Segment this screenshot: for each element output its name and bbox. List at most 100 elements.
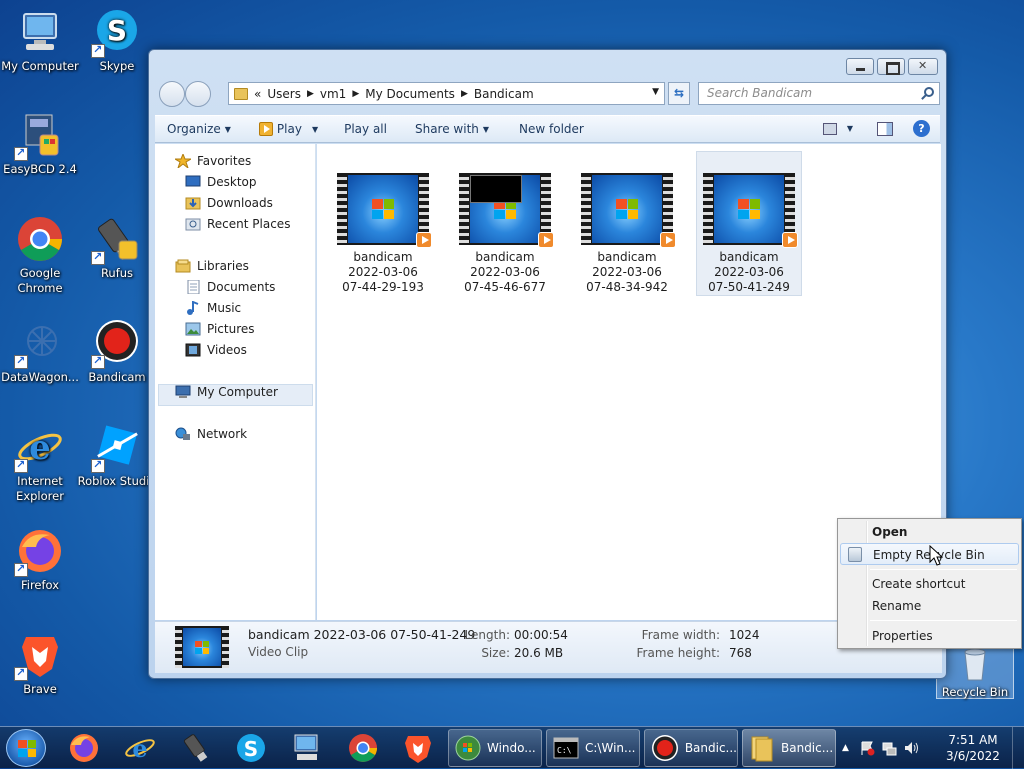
- volume-icon[interactable]: [903, 740, 919, 756]
- taskbar-brave-icon[interactable]: [402, 732, 434, 764]
- network-icon[interactable]: [881, 740, 897, 756]
- breadcrumb-users[interactable]: Users: [267, 87, 301, 101]
- file-item-selected[interactable]: bandicam 2022-03-06 07-50-41-249: [696, 151, 802, 296]
- play-label: Play: [276, 122, 302, 136]
- taskbar-window-explorer[interactable]: Bandic...: [742, 729, 836, 767]
- taskbar-usb-icon[interactable]: [180, 732, 212, 764]
- nav-label: Libraries: [197, 259, 249, 273]
- nav-network[interactable]: Network: [175, 427, 247, 441]
- desktop-icon-roblox-studio[interactable]: Roblox Studio: [77, 423, 157, 489]
- breadcrumb-vm1[interactable]: vm1: [320, 87, 346, 101]
- play-menu[interactable]: Play ▼: [241, 122, 328, 136]
- nav-music[interactable]: Music: [185, 300, 241, 315]
- search-icon[interactable]: [924, 87, 934, 97]
- task-label: C:\Win...: [585, 741, 636, 755]
- minimize-button[interactable]: [846, 58, 874, 75]
- mouse-cursor-icon: [929, 545, 943, 566]
- video-thumbnail: [703, 173, 798, 248]
- desktop-icon-chrome[interactable]: Google Chrome: [0, 215, 80, 296]
- frame-width-value: 1024: [729, 628, 760, 642]
- windows-logo-icon: [18, 740, 36, 757]
- desktop-icon-label: Internet Explorer: [16, 474, 64, 503]
- file-item[interactable]: bandicam 2022-03-06 07-45-46-677: [452, 167, 558, 295]
- taskbar-window-windows[interactable]: Windo...: [448, 729, 542, 767]
- change-view-icon[interactable]: [822, 122, 837, 135]
- svg-text:S: S: [107, 14, 127, 47]
- nav-libraries[interactable]: Libraries: [175, 259, 249, 273]
- recycle-bin-icon: [848, 547, 862, 562]
- nav-pictures[interactable]: Pictures: [185, 322, 255, 336]
- taskbar-ie-icon[interactable]: e: [124, 732, 156, 764]
- desktop-icon-ie[interactable]: e Internet Explorer: [0, 423, 80, 504]
- start-button[interactable]: [6, 729, 46, 767]
- taskbar-window-cmd[interactable]: C:\ C:\Win...: [546, 729, 640, 767]
- preview-pane-icon[interactable]: [877, 121, 893, 136]
- chevron-right-icon[interactable]: ▶: [461, 89, 468, 99]
- desktop-icon-firefox[interactable]: Firefox: [0, 527, 80, 593]
- breadcrumb-overflow[interactable]: «: [254, 87, 261, 101]
- menu-item-open[interactable]: Open: [840, 521, 1019, 543]
- svg-text:e: e: [132, 734, 147, 763]
- recent-places-icon: [185, 217, 201, 231]
- back-button[interactable]: [159, 81, 185, 107]
- show-desktop-button[interactable]: [1012, 727, 1024, 769]
- nav-favorites[interactable]: Favorites: [173, 152, 251, 170]
- help-icon[interactable]: ?: [913, 120, 930, 137]
- chevron-right-icon[interactable]: ▶: [352, 89, 359, 99]
- explorer-window[interactable]: « Users ▶ vm1 ▶ My Documents ▶ Bandicam …: [148, 49, 947, 679]
- file-item[interactable]: bandicam 2022-03-06 07-48-34-942: [574, 167, 680, 295]
- chevron-right-icon[interactable]: ▶: [307, 89, 314, 99]
- breadcrumb-bandicam[interactable]: Bandicam: [474, 87, 534, 101]
- address-dropdown-icon[interactable]: ▼: [652, 87, 659, 97]
- breadcrumb-my-documents[interactable]: My Documents: [365, 87, 455, 101]
- organize-menu[interactable]: Organize ▼: [155, 122, 241, 136]
- taskbar-window-bandicam[interactable]: Bandic...: [644, 729, 738, 767]
- refresh-button[interactable]: ⇆: [668, 82, 690, 105]
- desktop-icon-recycle-bin[interactable]: Recycle Bin: [936, 641, 1014, 699]
- view-controls: ▼ ?: [822, 120, 930, 137]
- desktop-icon-brave[interactable]: Brave: [0, 631, 80, 697]
- desktop-icon-easybcd[interactable]: EasyBCD 2.4: [0, 111, 80, 177]
- search-input[interactable]: Search Bandicam: [698, 82, 940, 105]
- caret-down-icon[interactable]: ▼: [847, 124, 853, 133]
- desktop-icon-skype[interactable]: S Skype: [77, 8, 157, 74]
- nav-my-computer[interactable]: My Computer: [175, 385, 278, 399]
- desktop-icon-label: Google Chrome: [17, 266, 63, 295]
- address-bar[interactable]: « Users ▶ vm1 ▶ My Documents ▶ Bandicam …: [228, 82, 665, 105]
- menu-item-create-shortcut[interactable]: Create shortcut: [840, 573, 1019, 595]
- desktop-icon-bandicam[interactable]: Bandicam: [77, 319, 157, 385]
- menu-item-properties[interactable]: Properties: [840, 625, 1019, 647]
- taskbar-firefox-icon[interactable]: [68, 732, 100, 764]
- navigation-bar: « Users ▶ vm1 ▶ My Documents ▶ Bandicam …: [157, 80, 940, 108]
- desktop-icon-my-computer[interactable]: My Computer: [0, 8, 80, 74]
- nav-desktop[interactable]: Desktop: [185, 175, 257, 189]
- desktop-icon-rufus[interactable]: Rufus: [77, 215, 157, 281]
- taskbar-skype-icon[interactable]: S: [235, 732, 267, 764]
- shortcut-arrow-icon: [91, 249, 105, 265]
- desktop-icon-datawagon[interactable]: DataWagon...: [0, 319, 80, 385]
- shortcut-arrow-icon: [14, 457, 28, 473]
- share-with-menu[interactable]: Share with ▼: [397, 122, 499, 136]
- action-center-flag-icon[interactable]: [859, 740, 875, 756]
- show-hidden-icons-icon[interactable]: ▲: [842, 743, 849, 753]
- windows-orb-icon: [455, 735, 481, 761]
- size-value: 20.6 MB: [514, 646, 564, 660]
- close-button[interactable]: [908, 58, 938, 75]
- details-thumbnail: [175, 626, 229, 668]
- nav-documents[interactable]: Documents: [185, 279, 275, 295]
- maximize-button[interactable]: [877, 58, 905, 75]
- system-tray: ▲: [842, 727, 919, 769]
- menu-item-rename[interactable]: Rename: [840, 595, 1019, 617]
- file-item[interactable]: bandicam 2022-03-06 07-44-29-193: [330, 167, 436, 295]
- new-folder-button[interactable]: New folder: [499, 122, 594, 136]
- forward-button[interactable]: [185, 81, 211, 107]
- taskbar-chrome-icon[interactable]: [347, 732, 379, 764]
- video-play-badge-icon: [416, 232, 432, 248]
- play-all-button[interactable]: Play all: [328, 122, 397, 136]
- taskbar-computer-icon[interactable]: [291, 732, 323, 764]
- nav-videos[interactable]: Videos: [185, 343, 247, 357]
- windows-logo-icon: [616, 199, 638, 219]
- nav-recent-places[interactable]: Recent Places: [185, 217, 290, 231]
- nav-downloads[interactable]: Downloads: [185, 196, 273, 210]
- system-clock[interactable]: 7:51 AM 3/6/2022: [940, 732, 1006, 764]
